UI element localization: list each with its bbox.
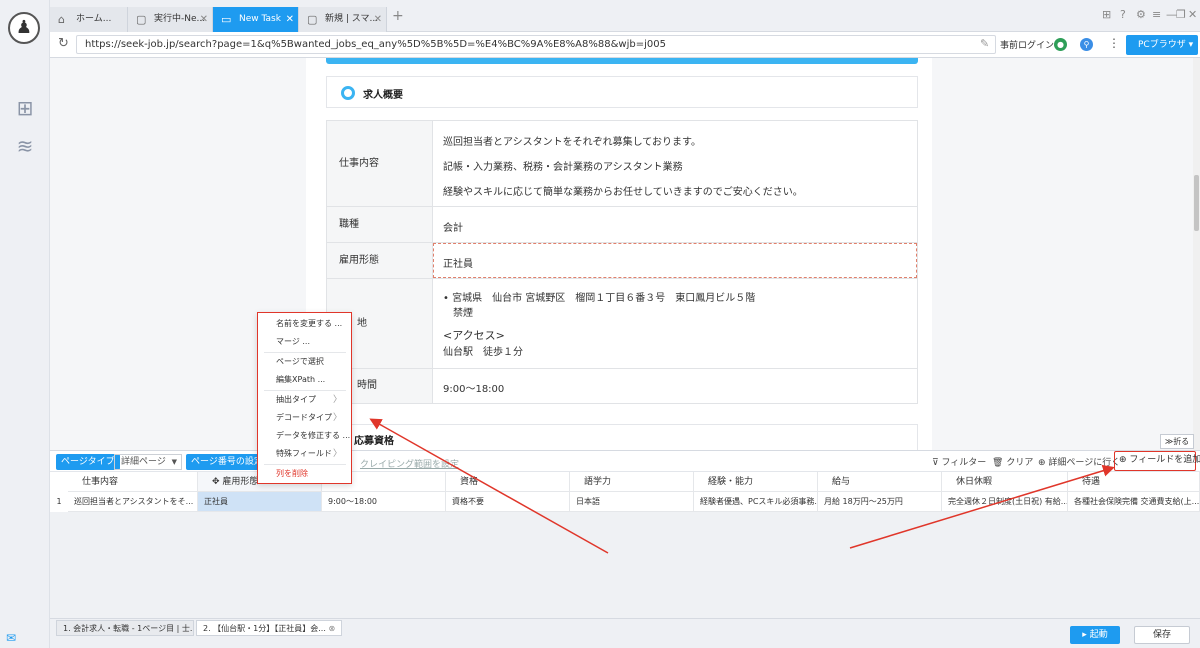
menu-item-delete-column[interactable]: 列を削除 [258,465,350,483]
menu-item-special-field[interactable]: 特殊フィールド〉 [258,445,350,463]
menu-item-decode-type[interactable]: デコードタイプ〉 [258,409,350,427]
play-icon: ▸ [1082,630,1087,640]
bottom-tab-1[interactable]: 1. 会計求人・転職 - 1ページ目 | 士... [56,620,194,636]
menu-item-extract-type[interactable]: 抽出タイプ〉 [258,391,350,409]
chevron-right-icon: 〉 [332,413,342,423]
close-circle-icon[interactable]: ⊗ [328,624,335,633]
context-menu: 名前を変更する ... マージ ... ページで選択 編集XPath ... 抽… [257,312,352,484]
menu-item-merge[interactable]: マージ ... [258,333,350,351]
menu-item-edit-xpath[interactable]: 編集XPath ... [258,371,350,389]
run-button[interactable]: ▸ 起動 [1070,626,1120,644]
save-button[interactable]: 保存 [1134,626,1190,644]
bottom-tab-2[interactable]: 2. 【仙台駅・1分】【正社員】会... ⊗ [196,620,342,636]
chevron-right-icon: 〉 [332,395,342,405]
chevron-right-icon: 〉 [332,449,342,459]
menu-item-rename[interactable]: 名前を変更する ... [258,315,350,333]
menu-item-fix-data[interactable]: データを修正する ... [258,427,350,445]
menu-item-select-on-page[interactable]: ページで選択 [258,353,350,371]
annotation-arrows [369,418,1115,554]
